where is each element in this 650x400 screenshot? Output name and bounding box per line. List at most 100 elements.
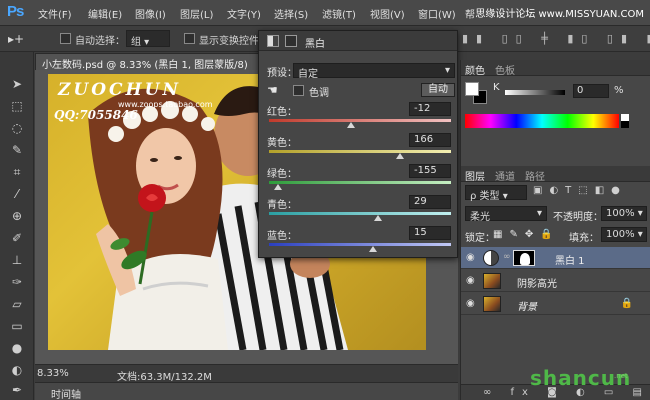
tint-checkbox[interactable] bbox=[293, 85, 304, 96]
menu-select[interactable]: 选择(S) bbox=[274, 6, 308, 21]
opacity-label: 不透明度： bbox=[553, 212, 603, 223]
slider-value-input[interactable]: 29 bbox=[409, 195, 451, 209]
filter-icons[interactable]: ▣◐T⬚◧● bbox=[533, 185, 627, 196]
blend-mode-dropdown[interactable]: 柔光 ▾ bbox=[465, 206, 547, 223]
slider-track[interactable] bbox=[269, 119, 451, 122]
blur-tool-icon[interactable]: ● bbox=[9, 340, 25, 356]
quick-select-tool-icon[interactable]: ✎ bbox=[9, 142, 25, 158]
lock-label: 锁定： bbox=[465, 233, 495, 244]
layer-row[interactable]: ◉ 阴影高光 bbox=[461, 270, 650, 292]
layer-row[interactable]: ◉ ∞ 黑白 1 bbox=[461, 247, 650, 269]
dodge-tool-icon[interactable]: ◐ bbox=[9, 362, 25, 378]
menu-file[interactable]: 文件(F) bbox=[38, 6, 72, 21]
color-panel: 颜色 色板 K 0 % bbox=[460, 60, 650, 166]
opacity-input[interactable]: 100% ▾ bbox=[601, 206, 647, 221]
slider-thumb[interactable] bbox=[274, 184, 283, 190]
slider-thumb[interactable] bbox=[368, 246, 377, 252]
slider-thumb[interactable] bbox=[374, 215, 383, 221]
pen-tool-icon[interactable]: ✒ bbox=[9, 382, 25, 398]
move-tool-icon[interactable]: ➤ bbox=[9, 76, 25, 92]
crop-tool-icon[interactable]: ⌗ bbox=[9, 164, 25, 180]
menu-help[interactable]: 帮 bbox=[465, 6, 475, 21]
clone-stamp-tool-icon[interactable]: ⊥ bbox=[9, 252, 25, 268]
eraser-tool-icon[interactable]: ▱ bbox=[9, 296, 25, 312]
menu-layer[interactable]: 图层(L) bbox=[180, 6, 213, 21]
doc-size[interactable]: 文档:63.3M/132.2M bbox=[117, 368, 212, 383]
layer-filter-dropdown[interactable]: ρ 类型 ▾ bbox=[465, 185, 527, 202]
tab-layers[interactable]: 图层 bbox=[465, 168, 485, 183]
color-spectrum[interactable] bbox=[465, 114, 619, 128]
filter-value: 类型 bbox=[479, 191, 500, 202]
slider-track[interactable] bbox=[269, 243, 451, 246]
menu-edit[interactable]: 编辑(E) bbox=[88, 6, 122, 21]
slider-value-input[interactable]: 166 bbox=[409, 133, 451, 147]
eyedropper-tool-icon[interactable]: ⁄ bbox=[9, 186, 25, 202]
foreground-color-swatch[interactable] bbox=[465, 82, 479, 96]
move-tool-icon[interactable]: ▸+ bbox=[8, 32, 24, 46]
layer-name[interactable]: 黑白 1 bbox=[555, 252, 585, 267]
auto-button[interactable]: 自动 bbox=[421, 83, 455, 97]
menu-image[interactable]: 图像(I) bbox=[135, 6, 166, 21]
adjustment-icon[interactable] bbox=[267, 35, 279, 47]
slider-label: 红色： bbox=[267, 107, 297, 118]
brush-tool-icon[interactable]: ✐ bbox=[9, 230, 25, 246]
slider-value-input[interactable]: -155 bbox=[409, 164, 451, 178]
menu-window[interactable]: 窗口(W) bbox=[418, 6, 456, 21]
slider-value-input[interactable]: -12 bbox=[409, 102, 451, 116]
photoshop-logo: Ps bbox=[7, 3, 24, 20]
auto-select-dropdown[interactable]: 组 ▾ bbox=[126, 30, 170, 48]
properties-header: 黑白 bbox=[259, 31, 457, 51]
auto-select-value: 组 bbox=[131, 37, 141, 48]
eye-icon[interactable]: ◉ bbox=[466, 298, 475, 309]
opacity-value: 100% bbox=[606, 208, 635, 219]
marquee-tool-icon[interactable]: ⬚ bbox=[9, 98, 25, 114]
blend-mode-value: 柔光 bbox=[470, 212, 490, 223]
slider-track[interactable] bbox=[269, 181, 451, 184]
document-tab[interactable]: 小左数码.psd @ 8.33% (黑白 1, 图层蒙版/8) bbox=[35, 53, 260, 71]
chevron-down-icon: ▾ bbox=[444, 65, 450, 76]
menu-view[interactable]: 视图(V) bbox=[370, 6, 405, 21]
slider-value-input[interactable]: 15 bbox=[409, 226, 451, 240]
tab-paths[interactable]: 路径 bbox=[525, 168, 545, 183]
zoom-level[interactable]: 8.33% bbox=[37, 368, 69, 379]
show-transform-checkbox[interactable] bbox=[184, 33, 195, 44]
slider-track[interactable] bbox=[269, 212, 451, 215]
gradient-tool-icon[interactable]: ▭ bbox=[9, 318, 25, 334]
k-value-input[interactable]: 0 bbox=[573, 84, 609, 98]
eye-icon[interactable]: ◉ bbox=[466, 252, 475, 263]
history-brush-tool-icon[interactable]: ✑ bbox=[9, 274, 25, 290]
layer-thumbnail bbox=[483, 273, 501, 289]
link-icon[interactable]: ∞ bbox=[503, 252, 511, 262]
slider-thumb[interactable] bbox=[346, 122, 355, 128]
tab-channels[interactable]: 通道 bbox=[495, 168, 515, 183]
timeline-panel-tab[interactable]: 时间轴 bbox=[35, 382, 458, 400]
tab-swatches[interactable]: 色板 bbox=[495, 62, 515, 77]
preset-dropdown[interactable]: 自定 ▾ bbox=[293, 63, 455, 80]
fill-label: 填充： bbox=[569, 233, 599, 244]
slider-thumb[interactable] bbox=[396, 153, 405, 159]
layer-name[interactable]: 背景 bbox=[517, 298, 537, 313]
black-white-ramp[interactable] bbox=[621, 114, 629, 128]
menu-filter[interactable]: 滤镜(T) bbox=[322, 6, 356, 21]
healing-brush-tool-icon[interactable]: ⊕ bbox=[9, 208, 25, 224]
slider-label: 蓝色： bbox=[267, 231, 297, 242]
fill-value: 100% bbox=[606, 229, 635, 240]
k-slider[interactable] bbox=[505, 90, 565, 95]
layer-name[interactable]: 阴影高光 bbox=[517, 275, 557, 290]
fill-input[interactable]: 100% ▾ bbox=[601, 227, 647, 242]
layer-mask-thumbnail[interactable] bbox=[513, 250, 535, 266]
lasso-tool-icon[interactable]: ◌ bbox=[9, 120, 25, 136]
lock-icons[interactable]: ▦✎✥🔒 bbox=[493, 229, 560, 240]
layer-row[interactable]: ◉ 背景 🔒 bbox=[461, 293, 650, 315]
menu-type[interactable]: 文字(Y) bbox=[227, 6, 261, 21]
site-watermark-sub: .net bbox=[614, 372, 628, 380]
show-transform-label: 显示变换控件 bbox=[199, 36, 259, 47]
color-tab-strip: 颜色 色板 bbox=[461, 60, 650, 77]
mask-icon[interactable] bbox=[285, 35, 297, 47]
eye-icon[interactable]: ◉ bbox=[466, 275, 475, 286]
align-distribute-icons[interactable]: ▮▮ ▯▯ ╪ ▮▯ ▯▮ ▮▮ bbox=[462, 32, 650, 45]
tab-color[interactable]: 颜色 bbox=[465, 62, 485, 77]
hand-target-icon[interactable]: ☚ bbox=[267, 83, 278, 97]
slider-track[interactable] bbox=[269, 150, 451, 153]
auto-select-checkbox[interactable] bbox=[60, 33, 71, 44]
